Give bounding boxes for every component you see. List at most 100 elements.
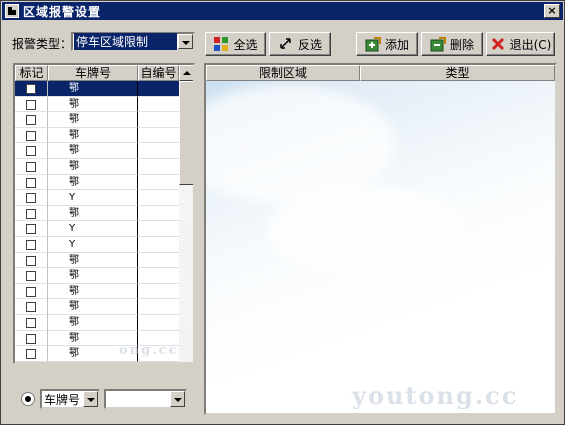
table-row[interactable]: 鄂	[15, 268, 179, 284]
close-button[interactable]: ×	[544, 4, 560, 18]
number-cell	[138, 206, 179, 222]
plate-text: 鄂	[69, 301, 79, 313]
app-icon	[5, 4, 19, 18]
vehicle-table-scrollbar[interactable]	[179, 65, 193, 362]
mark-cell	[15, 112, 48, 128]
mark-cell	[15, 283, 48, 300]
chevron-down-icon[interactable]	[83, 391, 98, 407]
row-checkbox[interactable]	[26, 115, 36, 126]
table-row[interactable]: 鄂	[15, 174, 179, 191]
table-row[interactable]: 鄂	[15, 252, 179, 269]
column-header-type[interactable]: 类型	[360, 65, 555, 81]
plate-text: 鄂	[69, 285, 79, 297]
row-checkbox[interactable]	[26, 240, 36, 250]
table-row[interactable]: 鄂	[15, 299, 179, 315]
number-cell	[138, 128, 179, 144]
table-row[interactable]: 鄂	[15, 81, 179, 97]
watermark-small: ong.cc	[119, 343, 179, 358]
number-cell	[138, 284, 179, 300]
table-row[interactable]: 鄂	[15, 283, 179, 300]
plate-cell: Y	[48, 221, 138, 237]
number-cell	[138, 362, 179, 363]
plate-cell: Y	[48, 190, 138, 206]
number-cell	[138, 253, 179, 269]
search-radio[interactable]	[21, 392, 35, 406]
mark-cell	[15, 221, 48, 237]
plate-text: 鄂	[69, 362, 79, 363]
plate-text: Y	[69, 239, 76, 250]
mark-cell	[15, 330, 48, 347]
table-row[interactable]: Y	[15, 221, 179, 237]
row-checkbox[interactable]	[26, 208, 36, 219]
select-all-button[interactable]: 全选	[205, 32, 266, 56]
table-row[interactable]: 鄂	[15, 127, 179, 144]
mark-cell	[15, 127, 48, 144]
table-row[interactable]: 鄂	[15, 315, 179, 331]
plate-cell: 鄂	[48, 299, 138, 315]
invert-selection-button[interactable]: 反选	[269, 32, 331, 56]
table-row[interactable]: 鄂	[15, 143, 179, 159]
row-checkbox[interactable]	[26, 333, 36, 344]
row-checkbox[interactable]	[26, 130, 36, 141]
table-row[interactable]: 鄂	[15, 361, 179, 363]
plate-cell: 鄂	[48, 112, 138, 128]
chevron-down-icon[interactable]	[178, 34, 193, 49]
plate-text: 鄂	[69, 207, 79, 219]
column-header-plate[interactable]: 车牌号	[48, 65, 138, 81]
delete-button[interactable]: 删除	[421, 32, 483, 56]
table-row[interactable]: 鄂	[15, 96, 179, 113]
row-checkbox[interactable]	[26, 84, 36, 94]
plate-text: 鄂	[69, 161, 79, 172]
region-table: 限制区域 类型 youtong.cc	[204, 63, 557, 415]
row-checkbox[interactable]	[26, 224, 36, 235]
row-checkbox[interactable]	[26, 349, 36, 360]
plate-text: 鄂	[69, 98, 79, 110]
row-checkbox[interactable]	[26, 162, 36, 172]
alarm-type-label: 报警类型：	[12, 37, 73, 51]
plate-cell: 鄂	[48, 174, 138, 191]
plate-text: 鄂	[69, 317, 79, 328]
table-row[interactable]: 鄂	[15, 112, 179, 128]
plate-text: 鄂	[69, 270, 79, 282]
title-bar[interactable]: 区域报警设置 ×	[2, 2, 563, 20]
scroll-thumb[interactable]	[179, 81, 193, 185]
select-all-label: 全选	[233, 37, 258, 52]
plate-text: 鄂	[69, 176, 79, 188]
mark-cell	[15, 143, 48, 159]
search-field-value: 车牌号	[44, 392, 81, 407]
search-query-select[interactable]	[104, 389, 187, 409]
table-row[interactable]: Y	[15, 190, 179, 206]
plate-text: Y	[69, 192, 76, 204]
scroll-up-button[interactable]	[179, 65, 193, 81]
number-cell	[138, 221, 179, 237]
column-header-number[interactable]: 自编号	[138, 65, 179, 81]
exit-button[interactable]: 退出(C)	[486, 32, 555, 56]
row-checkbox[interactable]	[26, 318, 36, 328]
window-title: 区域报警设置	[23, 4, 102, 19]
table-row[interactable]: 鄂	[15, 159, 179, 175]
row-checkbox[interactable]	[26, 99, 36, 110]
search-field-select[interactable]: 车牌号	[40, 389, 100, 409]
number-cell	[138, 299, 179, 315]
add-icon	[365, 36, 381, 52]
invert-label: 反选	[297, 37, 322, 52]
table-row[interactable]: Y	[15, 237, 179, 253]
number-cell	[138, 268, 179, 284]
column-header-mark[interactable]: 标记	[15, 65, 48, 81]
row-checkbox[interactable]	[26, 271, 36, 282]
table-row[interactable]: 鄂	[15, 205, 179, 222]
chevron-down-icon[interactable]	[170, 391, 185, 407]
row-checkbox[interactable]	[26, 302, 36, 313]
row-checkbox[interactable]	[26, 193, 36, 204]
row-checkbox[interactable]	[26, 255, 36, 266]
alarm-type-select[interactable]: 停车区域限制	[71, 32, 195, 51]
vehicle-table: 标记 车牌号 自编号 鄂鄂鄂鄂鄂鄂鄂Y鄂YY鄂鄂鄂鄂鄂鄂鄂鄂 ong.cc	[13, 63, 195, 364]
mark-cell	[15, 252, 48, 269]
row-checkbox[interactable]	[26, 146, 36, 157]
plate-text: 鄂	[69, 114, 79, 126]
column-header-region[interactable]: 限制区域	[206, 65, 360, 81]
alarm-type-value: 停车区域限制	[74, 33, 177, 50]
row-checkbox[interactable]	[26, 177, 36, 188]
row-checkbox[interactable]	[26, 286, 36, 297]
add-button[interactable]: 添加	[356, 32, 418, 56]
